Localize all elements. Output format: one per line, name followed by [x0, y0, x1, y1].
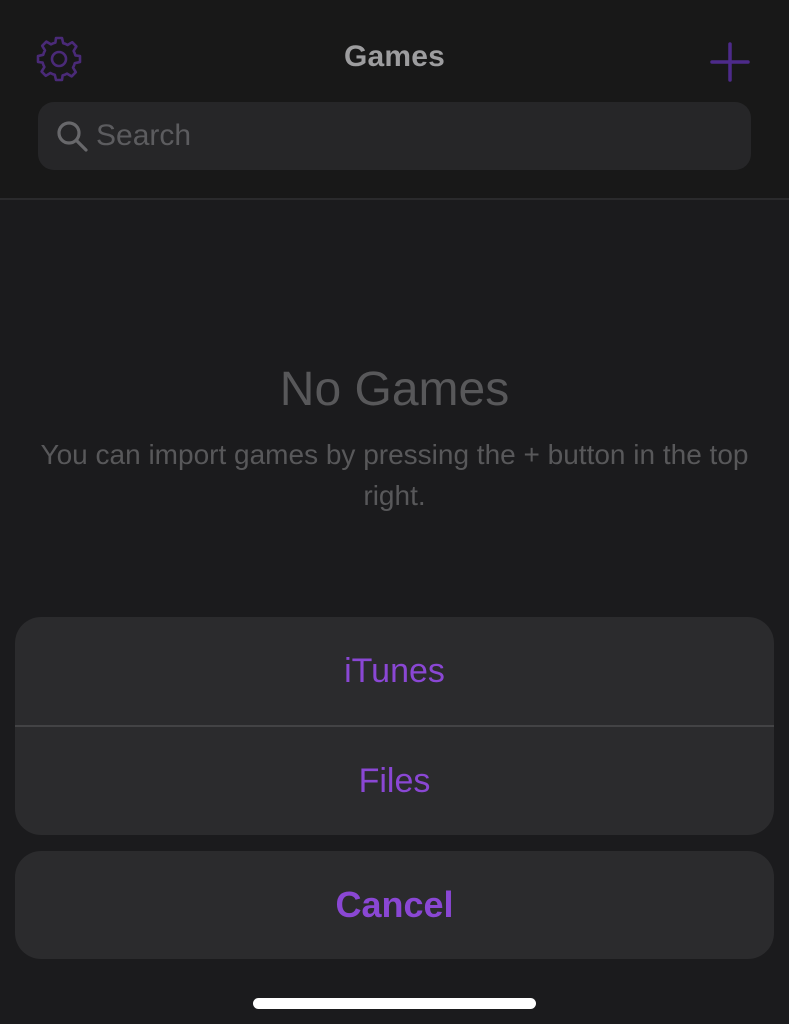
plus-icon: [710, 42, 750, 82]
page-title: Games: [343, 40, 446, 73]
search-placeholder: Search: [96, 119, 192, 152]
navigation-bar: Games Search: [0, 0, 789, 200]
home-indicator[interactable]: [253, 998, 536, 1009]
add-game-button[interactable]: [704, 36, 756, 88]
files-option-button[interactable]: Files: [15, 727, 774, 835]
empty-state-description: You can import games by pressing the + b…: [40, 439, 749, 511]
search-icon: [57, 121, 88, 152]
cancel-button[interactable]: Cancel: [15, 851, 774, 959]
action-sheet-options: iTunes Files: [15, 617, 774, 835]
screen: Games Search No Games You can import gam…: [0, 0, 789, 1024]
itunes-option-button[interactable]: iTunes: [15, 617, 774, 725]
search-bar[interactable]: Search: [38, 102, 751, 170]
empty-state-title: No Games: [279, 363, 510, 416]
